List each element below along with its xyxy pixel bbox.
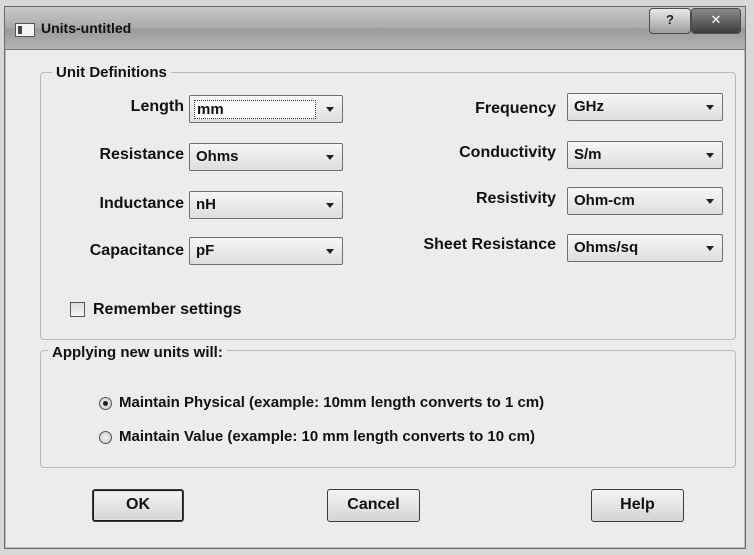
chevron-down-icon bbox=[326, 107, 334, 112]
maintain-physical-radio[interactable] bbox=[99, 397, 112, 410]
conductivity-select[interactable]: S/m bbox=[567, 141, 723, 169]
sheet-resistance-label: Sheet Resistance bbox=[423, 236, 556, 253]
close-button[interactable]: ✕ bbox=[691, 8, 741, 34]
length-select[interactable]: mm bbox=[189, 95, 343, 123]
resistivity-value: Ohm-cm bbox=[574, 192, 635, 209]
conductivity-value: S/m bbox=[574, 146, 602, 163]
inductance-value: nH bbox=[196, 196, 216, 213]
help-title-button[interactable]: ? bbox=[649, 8, 691, 34]
maintain-value-label[interactable]: Maintain Value (example: 10 mm length co… bbox=[119, 428, 535, 445]
resistivity-label: Resistivity bbox=[475, 190, 556, 207]
app-icon bbox=[15, 23, 35, 37]
inductance-select[interactable]: nH bbox=[189, 191, 343, 219]
remember-settings-label[interactable]: Remember settings bbox=[93, 301, 242, 319]
length-label: Length bbox=[130, 98, 184, 115]
sheet-resistance-select[interactable]: Ohms/sq bbox=[567, 234, 723, 262]
remember-settings-checkbox[interactable] bbox=[70, 302, 85, 317]
resistance-label: Resistance bbox=[99, 146, 185, 163]
chevron-down-icon bbox=[326, 155, 334, 160]
frequency-select[interactable]: GHz bbox=[567, 93, 723, 121]
apply-units-label: Applying new units will: bbox=[48, 344, 227, 361]
frequency-label: Frequency bbox=[475, 100, 556, 117]
cancel-button[interactable]: Cancel bbox=[327, 489, 420, 522]
capacitance-label: Capacitance bbox=[89, 242, 184, 259]
inductance-label: Inductance bbox=[99, 195, 184, 212]
chevron-down-icon bbox=[706, 199, 714, 204]
window-title: Units-untitled bbox=[41, 20, 132, 36]
capacitance-select[interactable]: pF bbox=[189, 237, 343, 265]
chevron-down-icon bbox=[706, 153, 714, 158]
chevron-down-icon bbox=[326, 249, 334, 254]
length-value: mm bbox=[194, 100, 316, 119]
capacitance-value: pF bbox=[196, 242, 215, 259]
ok-button[interactable]: OK bbox=[92, 489, 184, 522]
chevron-down-icon bbox=[326, 203, 334, 208]
chevron-down-icon bbox=[706, 246, 714, 251]
maintain-physical-label[interactable]: Maintain Physical (example: 10mm length … bbox=[119, 394, 544, 411]
help-button[interactable]: Help bbox=[591, 489, 684, 522]
maintain-value-radio[interactable] bbox=[99, 431, 112, 444]
resistivity-select[interactable]: Ohm-cm bbox=[567, 187, 723, 215]
title-bar[interactable]: Units-untitled ? ✕ bbox=[5, 7, 745, 50]
sheet-resistance-value: Ohms/sq bbox=[574, 239, 639, 256]
unit-definitions-label: Unit Definitions bbox=[52, 64, 171, 81]
chevron-down-icon bbox=[706, 105, 714, 110]
resistance-value: Ohms bbox=[196, 148, 239, 165]
frequency-value: GHz bbox=[574, 98, 604, 115]
conductivity-label: Conductivity bbox=[459, 144, 556, 161]
resistance-select[interactable]: Ohms bbox=[189, 143, 343, 171]
